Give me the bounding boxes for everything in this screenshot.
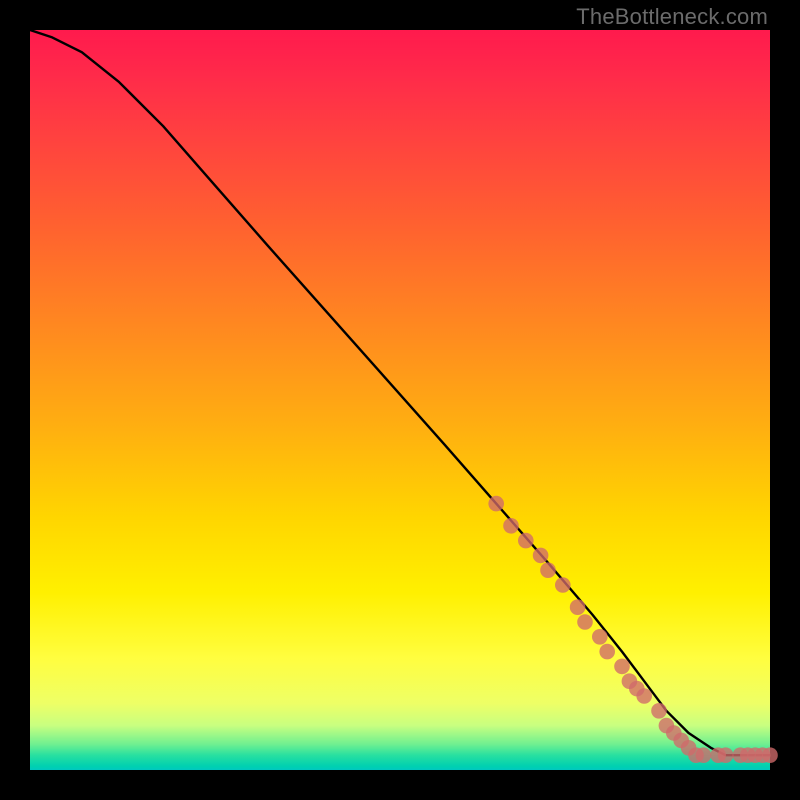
data-marker — [540, 562, 556, 578]
data-marker — [570, 599, 586, 615]
data-marker — [503, 518, 519, 534]
data-marker — [762, 747, 778, 763]
chart-frame: TheBottleneck.com — [0, 0, 800, 800]
data-marker — [555, 577, 571, 593]
data-marker — [518, 533, 534, 549]
data-marker — [696, 747, 712, 763]
data-marker — [577, 614, 593, 630]
watermark-text: TheBottleneck.com — [576, 4, 768, 30]
data-marker — [636, 688, 652, 704]
data-marker — [592, 629, 608, 645]
data-marker — [488, 496, 504, 512]
data-marker — [651, 703, 667, 719]
data-marker — [718, 747, 734, 763]
data-marker — [533, 548, 549, 564]
data-marker — [614, 659, 630, 675]
data-marker — [599, 644, 615, 660]
plot-area — [30, 30, 770, 770]
chart-svg — [30, 30, 770, 770]
marker-group — [488, 496, 777, 763]
bottleneck-curve — [30, 30, 770, 755]
